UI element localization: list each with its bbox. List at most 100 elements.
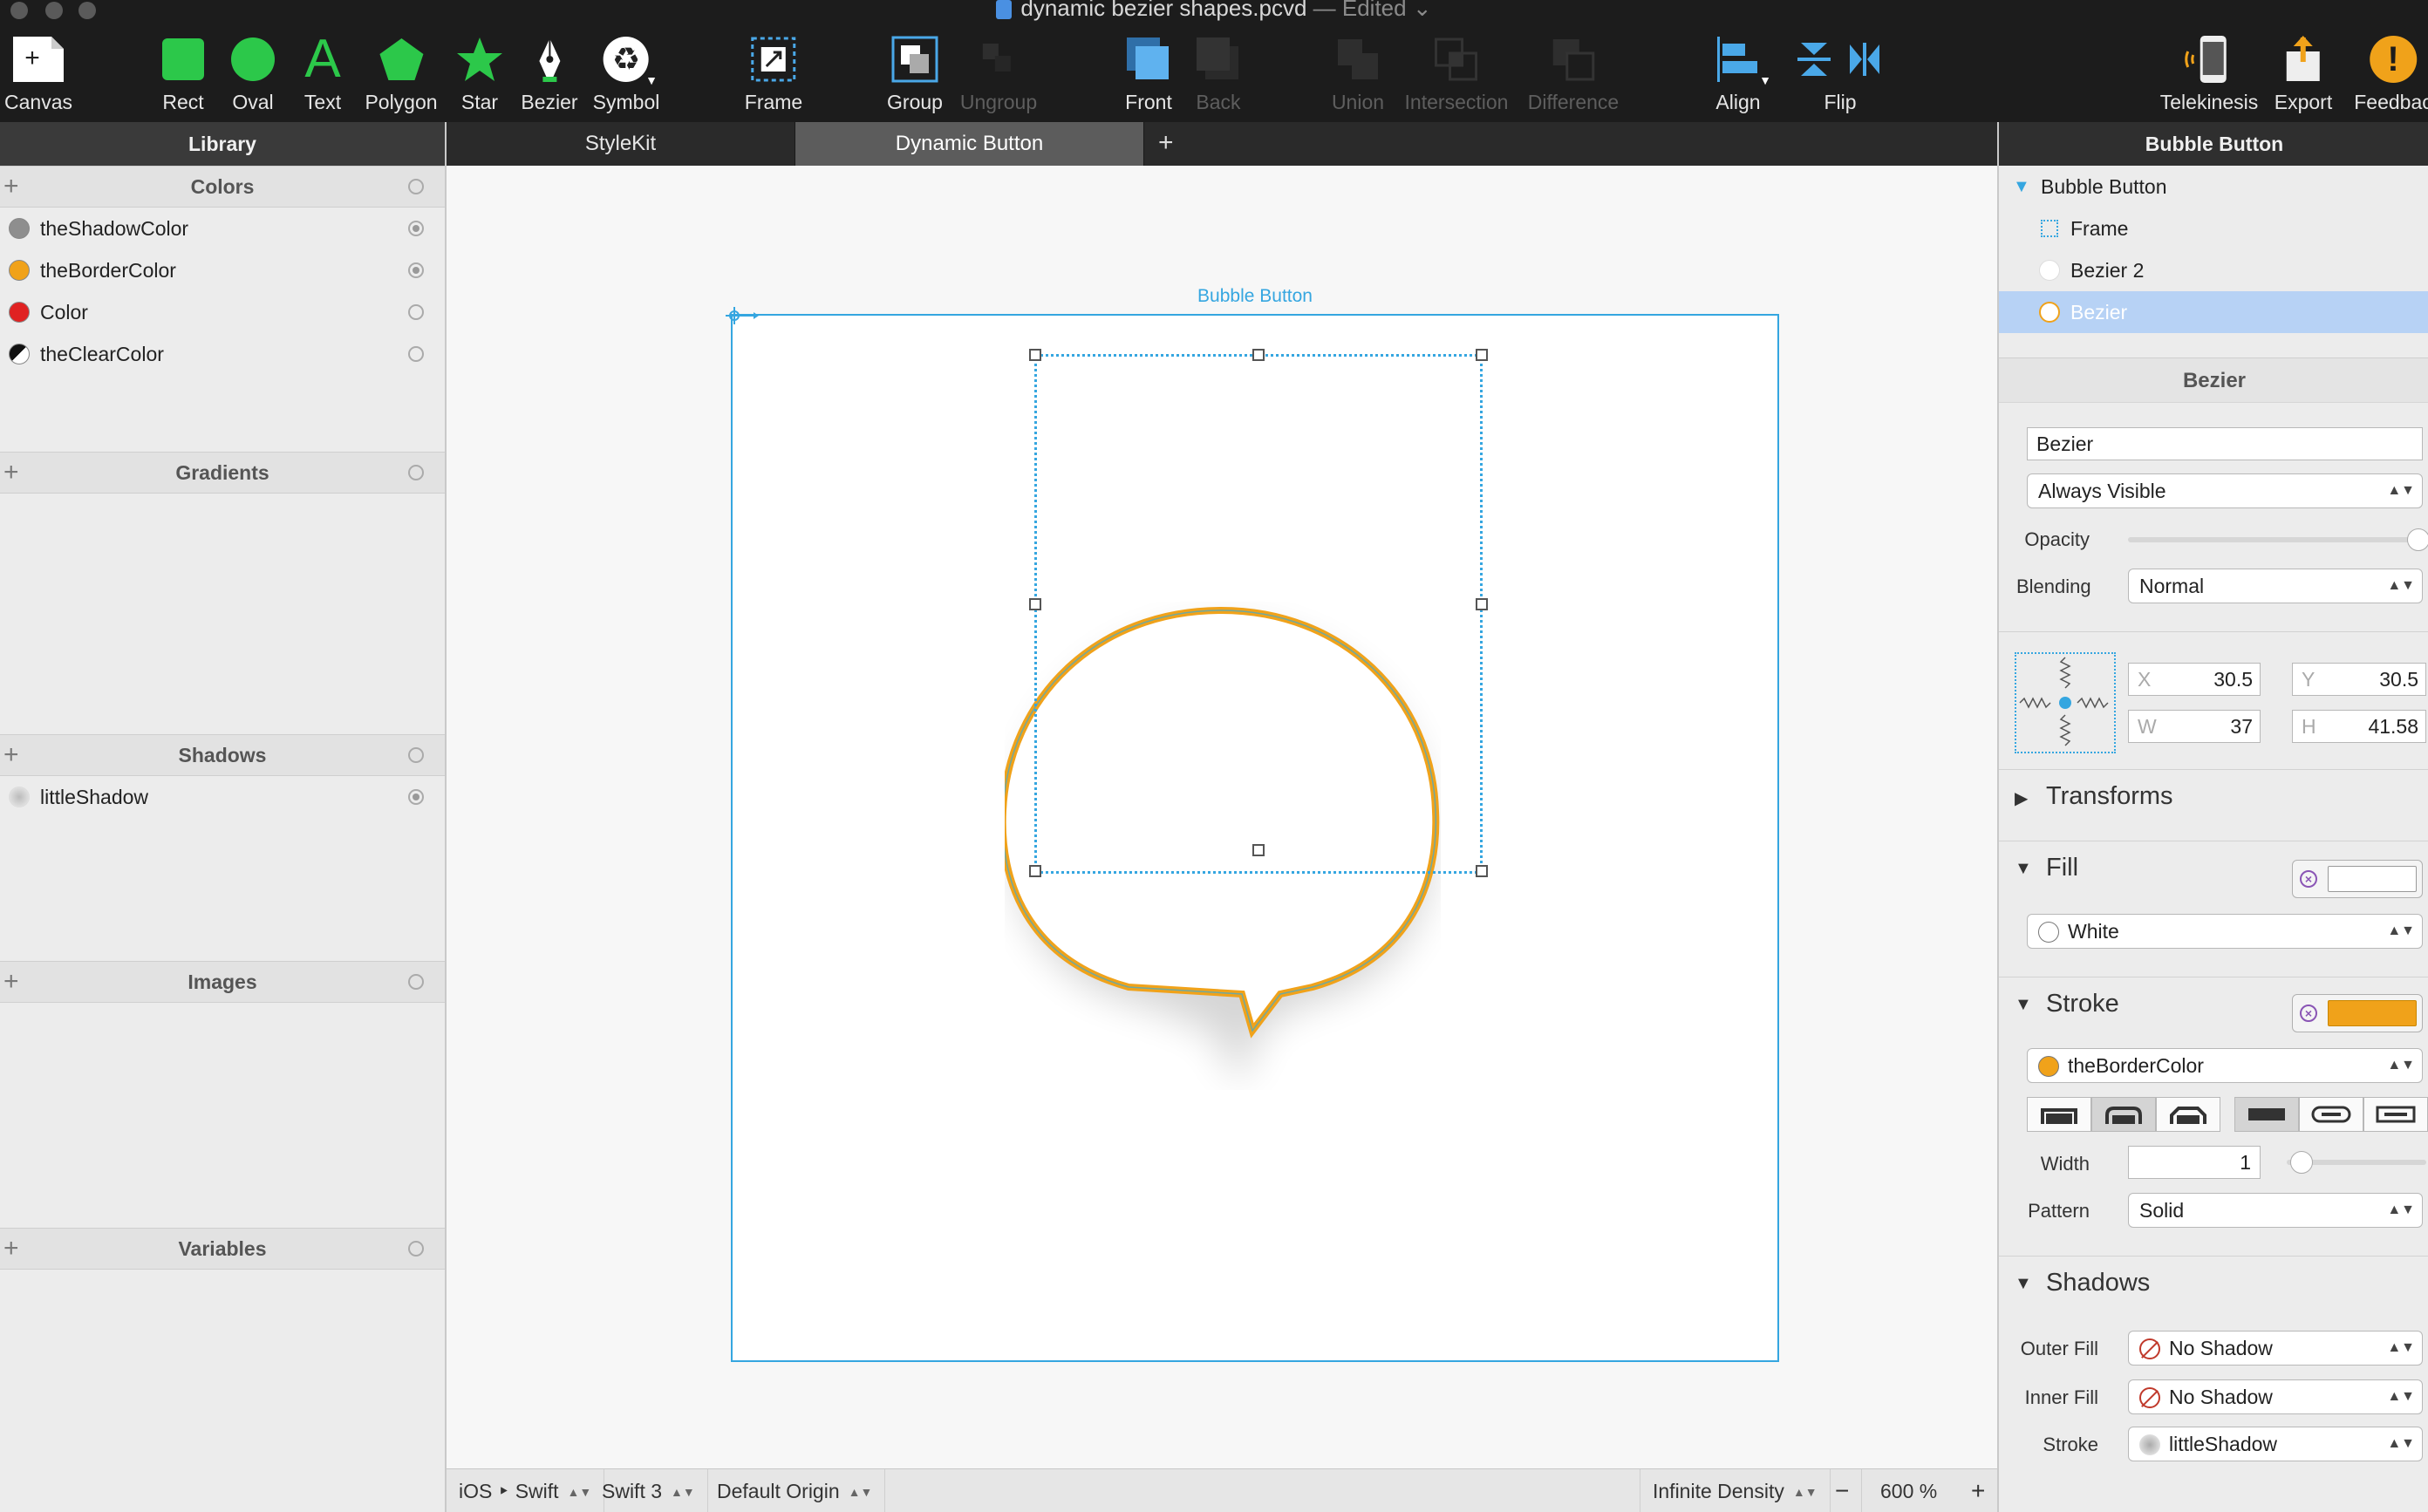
send-to-back-icon <box>1190 31 1246 87</box>
y-field[interactable]: Y 30.5 <box>2292 663 2426 696</box>
export-tool[interactable]: Export <box>2275 31 2332 114</box>
fill-color-well[interactable]: × <box>2292 860 2423 898</box>
star-tool[interactable]: Star <box>452 31 508 114</box>
disclosure-triangle-down-icon[interactable]: ▼ <box>2015 1274 2032 1294</box>
visibility-popup[interactable]: Always Visible ▲▼ <box>2027 473 2423 508</box>
oval-tool[interactable]: Oval <box>225 31 281 114</box>
chevron-down-icon[interactable]: ⌄ <box>1413 0 1432 21</box>
resize-handle[interactable] <box>1252 844 1265 856</box>
layer-tree-row-selected[interactable]: Bezier <box>1999 291 2428 333</box>
text-tool[interactable]: A Text <box>295 31 351 114</box>
add-tab-button[interactable]: + <box>1158 122 1174 166</box>
add-color-button[interactable]: + <box>3 172 19 201</box>
resize-handle[interactable] <box>1029 865 1041 877</box>
density-popup[interactable]: Infinite Density ▲▼ <box>1640 1469 1831 1512</box>
remove-fill-icon[interactable]: × <box>2300 870 2317 888</box>
gradients-section: + Gradients <box>0 452 445 494</box>
stroke-shadow-popup[interactable]: littleShadow ▲▼ <box>2128 1427 2423 1461</box>
tab-stylekit[interactable]: StyleKit <box>447 122 795 166</box>
resize-handle[interactable] <box>1252 349 1265 361</box>
polygon-tool[interactable]: Polygon <box>365 31 438 114</box>
resizing-constraints-widget[interactable] <box>2015 652 2116 753</box>
height-field[interactable]: H 41.58 <box>2292 710 2426 743</box>
flip-tool[interactable]: Flip <box>1792 31 1888 114</box>
resize-handle[interactable] <box>1029 598 1041 610</box>
zoom-out-button[interactable]: − <box>1823 1469 1863 1512</box>
blending-popup[interactable]: Normal ▲▼ <box>2128 569 2423 603</box>
stroke-width-slider-knob[interactable] <box>2290 1151 2313 1174</box>
add-image-button[interactable]: + <box>3 967 19 997</box>
bezier-tool[interactable]: Bezier <box>521 31 578 114</box>
stroke-color-popup[interactable]: theBorderColor ▲▼ <box>2027 1048 2423 1083</box>
disclosure-triangle-right-icon[interactable]: ▶ <box>2015 787 2028 809</box>
variables-collapse-toggle[interactable] <box>408 1241 424 1257</box>
stroke-width-field[interactable]: 1 <box>2128 1146 2261 1179</box>
round-join-button[interactable] <box>2299 1097 2363 1132</box>
outer-fill-shadow-popup[interactable]: No Shadow ▲▼ <box>2128 1331 2423 1366</box>
resize-handle[interactable] <box>1476 865 1488 877</box>
pattern-popup[interactable]: Solid ▲▼ <box>2128 1193 2423 1228</box>
resize-handle[interactable] <box>1029 349 1041 361</box>
gradients-collapse-toggle[interactable] <box>408 465 424 480</box>
x-field[interactable]: X 30.5 <box>2128 663 2261 696</box>
resize-handle[interactable] <box>1476 349 1488 361</box>
zoom-in-button[interactable]: + <box>1959 1469 1997 1512</box>
intersection-tool[interactable]: Intersection <box>1405 31 1508 114</box>
tab-dynamic-button[interactable]: Dynamic Button <box>795 122 1144 166</box>
remove-stroke-icon[interactable]: × <box>2300 1005 2317 1022</box>
platform-popup[interactable]: iOS ‣ Swift ▲▼ <box>447 1469 605 1512</box>
color-item[interactable]: theBorderColor <box>0 249 445 291</box>
miter-join-icon <box>2248 1108 2285 1120</box>
miter-join-button[interactable] <box>2234 1097 2299 1132</box>
fill-color-popup[interactable]: White ▲▼ <box>2027 914 2423 949</box>
opacity-slider-knob[interactable] <box>2407 528 2428 551</box>
front-tool[interactable]: Front <box>1121 31 1176 114</box>
width-field[interactable]: W 37 <box>2128 710 2261 743</box>
resize-handle[interactable] <box>1476 598 1488 610</box>
disclosure-triangle-down-icon[interactable]: ▼ <box>2015 859 2032 879</box>
rect-tool[interactable]: Rect <box>155 31 211 114</box>
symbol-tool[interactable]: ♻ ▼ Symbol <box>593 31 659 114</box>
canvas-tool[interactable]: + Canvas <box>4 31 72 114</box>
layer-name-field[interactable]: Bezier <box>2027 427 2423 460</box>
union-tool[interactable]: Union <box>1330 31 1386 114</box>
feedback-tool[interactable]: ! Feedbac <box>2354 31 2428 114</box>
layer-tree-row[interactable]: Bezier 2 <box>1999 249 2428 291</box>
swift-version-popup[interactable]: Swift 3 ▲▼ <box>590 1469 708 1512</box>
up-down-arrows-icon: ▲▼ <box>2387 923 2415 938</box>
color-item[interactable]: Color <box>0 291 445 333</box>
shadow-item[interactable]: littleShadow <box>0 776 445 818</box>
layer-tree-row[interactable]: ▼ Bubble Button <box>1999 166 2428 208</box>
opacity-slider[interactable] <box>2128 537 2419 542</box>
butt-cap-button[interactable] <box>2027 1097 2091 1132</box>
disclosure-triangle-icon[interactable]: ▼ <box>2013 166 2030 208</box>
layer-tree-row[interactable]: Frame <box>1999 208 2428 249</box>
stroke-color-well[interactable]: × <box>2292 994 2423 1032</box>
disclosure-triangle-down-icon[interactable]: ▼ <box>2015 995 2032 1015</box>
inner-fill-shadow-popup[interactable]: No Shadow ▲▼ <box>2128 1379 2423 1414</box>
color-item[interactable]: theShadowColor <box>0 208 445 249</box>
add-gradient-button[interactable]: + <box>3 458 19 487</box>
align-tool[interactable]: ▼ Align <box>1710 31 1771 114</box>
drawing-canvas[interactable]: Bubble Button <box>447 166 1997 1468</box>
group-tool[interactable]: Group <box>887 31 943 114</box>
telekinesis-tool[interactable]: Telekinesis <box>2160 31 2258 114</box>
add-variable-button[interactable]: + <box>3 1234 19 1263</box>
shadows-collapse-toggle[interactable] <box>408 747 424 763</box>
difference-tool[interactable]: Difference <box>1528 31 1619 114</box>
transforms-group[interactable]: ▶ Transforms <box>1999 769 2428 825</box>
images-collapse-toggle[interactable] <box>408 974 424 990</box>
square-cap-button[interactable] <box>2156 1097 2220 1132</box>
colors-collapse-toggle[interactable] <box>408 179 424 194</box>
frame-tool[interactable]: Frame <box>745 31 802 114</box>
origin-popup[interactable]: Default Origin ▲▼ <box>705 1469 886 1512</box>
add-shadow-button[interactable]: + <box>3 740 19 770</box>
zoom-level[interactable]: 600 % <box>1868 1469 1949 1512</box>
ungroup-tool[interactable]: Ungroup <box>960 31 1037 114</box>
round-cap-button[interactable] <box>2091 1097 2156 1132</box>
export-icon <box>2275 31 2331 87</box>
back-tool[interactable]: Back <box>1190 31 1246 114</box>
bevel-join-button[interactable] <box>2363 1097 2428 1132</box>
color-item[interactable]: theClearColor <box>0 333 445 375</box>
origin-marker-icon[interactable] <box>724 305 759 331</box>
